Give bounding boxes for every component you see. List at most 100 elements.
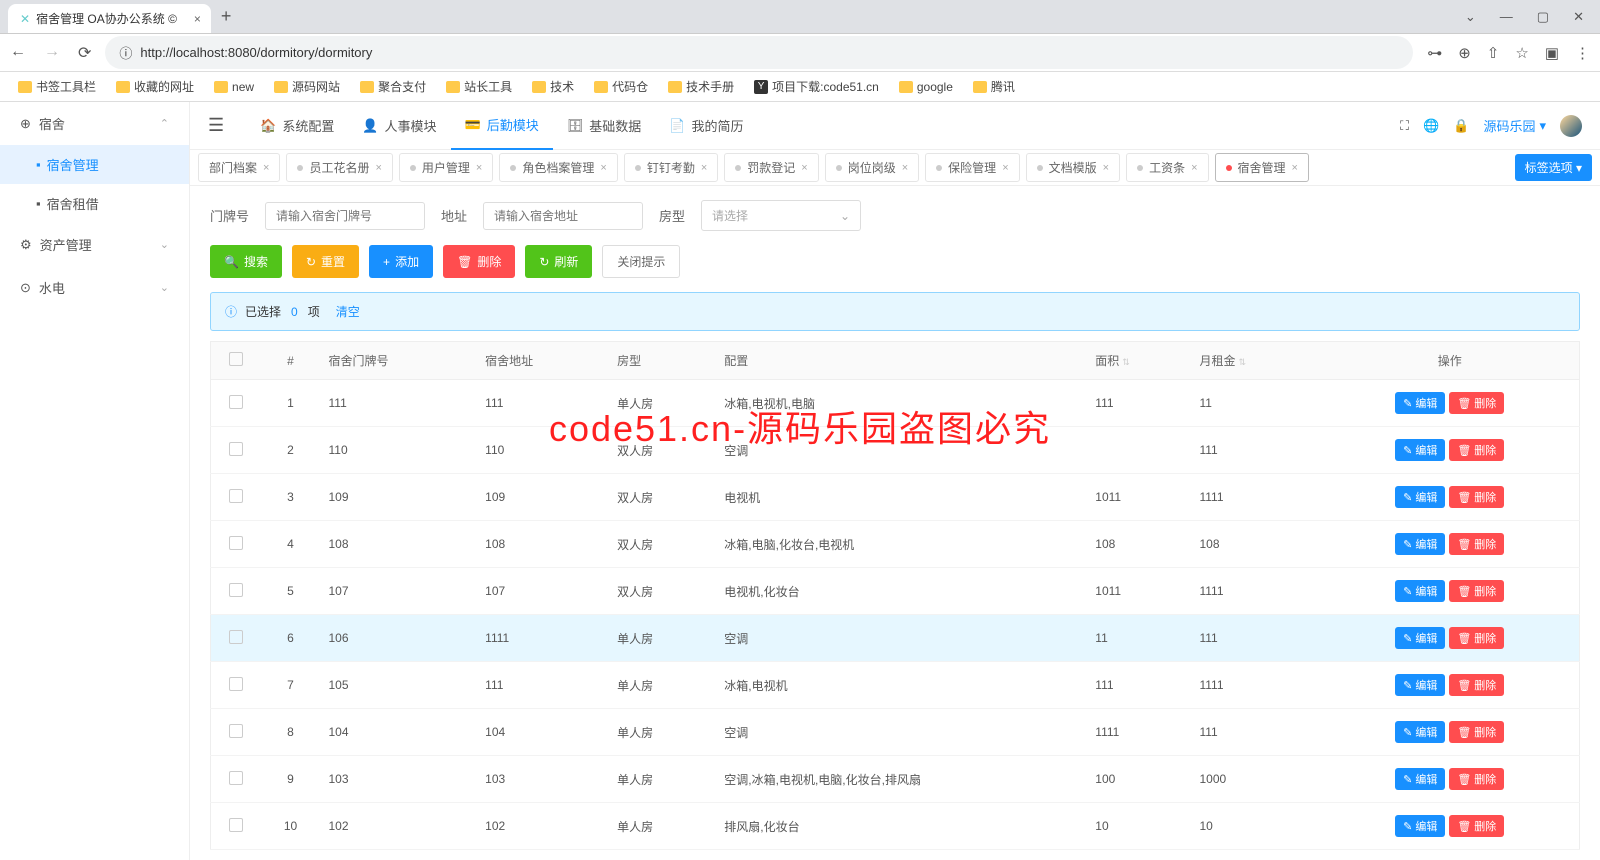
- edit-button[interactable]: ✎编辑: [1395, 533, 1445, 555]
- page-tab[interactable]: 部门档案×: [198, 153, 280, 182]
- edit-button[interactable]: ✎编辑: [1395, 627, 1445, 649]
- filter-door-input[interactable]: [265, 202, 425, 230]
- edit-button[interactable]: ✎编辑: [1395, 768, 1445, 790]
- edit-button[interactable]: ✎编辑: [1395, 486, 1445, 508]
- tab-options-button[interactable]: 标签选项 ▾: [1515, 154, 1592, 181]
- row-checkbox[interactable]: [229, 724, 243, 738]
- close-icon[interactable]: ×: [476, 162, 482, 174]
- puzzle-icon[interactable]: ▣: [1545, 44, 1559, 62]
- user-menu[interactable]: 源码乐园 ▾: [1483, 116, 1546, 135]
- close-icon[interactable]: ×: [375, 162, 381, 174]
- bookmark-item[interactable]: google: [891, 77, 961, 97]
- refresh-button[interactable]: ↻刷新: [525, 245, 592, 278]
- page-tab[interactable]: 保险管理×: [925, 153, 1019, 182]
- sidebar-group[interactable]: ⊕宿舍⌃: [0, 102, 189, 145]
- edit-button[interactable]: ✎编辑: [1395, 721, 1445, 743]
- column-header[interactable]: 宿舍门牌号: [321, 342, 478, 380]
- delete-row-button[interactable]: 🗑删除: [1449, 533, 1504, 555]
- minimize-icon[interactable]: —: [1500, 9, 1513, 25]
- avatar[interactable]: [1560, 115, 1582, 137]
- bookmark-item[interactable]: Y项目下载:code51.cn: [746, 75, 887, 98]
- reload-icon[interactable]: ⟳: [78, 43, 91, 63]
- edit-button[interactable]: ✎编辑: [1395, 392, 1445, 414]
- bookmark-item[interactable]: 收藏的网址: [108, 75, 202, 98]
- page-tab[interactable]: 罚款登记×: [724, 153, 818, 182]
- close-icon[interactable]: ×: [1103, 162, 1109, 174]
- url-input[interactable]: ⓘ http://localhost:8080/dormitory/dormit…: [105, 36, 1413, 69]
- close-tip-button[interactable]: 关闭提示: [602, 245, 680, 278]
- page-tab[interactable]: 宿舍管理×: [1215, 153, 1309, 182]
- edit-button[interactable]: ✎编辑: [1395, 439, 1445, 461]
- globe-icon[interactable]: 🌐: [1423, 118, 1439, 134]
- bookmark-item[interactable]: 腾讯: [965, 75, 1023, 98]
- page-tab[interactable]: 员工花名册×: [286, 153, 392, 182]
- sidebar-group[interactable]: ⚙资产管理⌄: [0, 223, 189, 266]
- close-icon[interactable]: ×: [1002, 162, 1008, 174]
- table-row[interactable]: 10102102单人房排风扇,化妆台1010✎编辑🗑删除: [211, 803, 1580, 850]
- edit-button[interactable]: ✎编辑: [1395, 580, 1445, 602]
- delete-row-button[interactable]: 🗑删除: [1449, 627, 1504, 649]
- bookmark-item[interactable]: 书签工具栏: [10, 75, 104, 98]
- row-checkbox[interactable]: [229, 489, 243, 503]
- edit-button[interactable]: ✎编辑: [1395, 674, 1445, 696]
- bookmark-item[interactable]: new: [206, 77, 262, 97]
- column-header[interactable]: 面积⇅: [1087, 342, 1191, 380]
- bookmark-item[interactable]: 聚合支付: [352, 75, 434, 98]
- new-tab-button[interactable]: +: [221, 6, 232, 27]
- menu-icon[interactable]: ⋮: [1575, 44, 1590, 62]
- close-icon[interactable]: ×: [701, 162, 707, 174]
- maximize-icon[interactable]: ▢: [1537, 9, 1549, 25]
- nav-item[interactable]: 📄我的简历: [655, 102, 757, 150]
- expand-icon[interactable]: ⛶: [1400, 118, 1409, 134]
- edit-button[interactable]: ✎编辑: [1395, 815, 1445, 837]
- row-checkbox[interactable]: [229, 583, 243, 597]
- page-tab[interactable]: 文档模版×: [1026, 153, 1120, 182]
- chevron-down-icon[interactable]: ⌄: [1465, 9, 1476, 25]
- page-tab[interactable]: 用户管理×: [399, 153, 493, 182]
- close-window-icon[interactable]: ✕: [1573, 9, 1584, 25]
- column-header[interactable]: #: [261, 342, 321, 380]
- filter-addr-input[interactable]: [483, 202, 643, 230]
- page-tab[interactable]: 岗位岗级×: [825, 153, 919, 182]
- lock-icon[interactable]: 🔒: [1453, 118, 1469, 134]
- close-icon[interactable]: ×: [902, 162, 908, 174]
- reset-button[interactable]: ↻重置: [292, 245, 359, 278]
- table-row[interactable]: 1111111单人房冰箱,电视机,电脑11111✎编辑🗑删除: [211, 380, 1580, 427]
- close-icon[interactable]: ×: [1292, 162, 1298, 174]
- back-icon[interactable]: ←: [10, 43, 26, 63]
- table-row[interactable]: 7105111单人房冰箱,电视机1111111✎编辑🗑删除: [211, 662, 1580, 709]
- close-icon[interactable]: ×: [600, 162, 606, 174]
- table-row[interactable]: 3109109双人房电视机10111111✎编辑🗑删除: [211, 474, 1580, 521]
- delete-row-button[interactable]: 🗑删除: [1449, 486, 1504, 508]
- bookmark-item[interactable]: 站长工具: [438, 75, 520, 98]
- key-icon[interactable]: ⊶: [1427, 44, 1442, 62]
- add-button[interactable]: +添加: [369, 245, 433, 278]
- nav-item[interactable]: 👤人事模块: [348, 102, 450, 150]
- nav-item[interactable]: 🗄基础数据: [553, 102, 656, 150]
- browser-tab[interactable]: ✕ 宿舍管理 OA协办公系统 © ×: [8, 4, 211, 33]
- column-header[interactable]: 操作: [1320, 342, 1579, 380]
- nav-item[interactable]: 💳后勤模块: [451, 102, 553, 150]
- table-row[interactable]: 2110110双人房空调111✎编辑🗑删除: [211, 427, 1580, 474]
- table-row[interactable]: 8104104单人房空调1111111✎编辑🗑删除: [211, 709, 1580, 756]
- delete-row-button[interactable]: 🗑删除: [1449, 392, 1504, 414]
- sidebar-item[interactable]: ▪宿舍租借: [0, 184, 189, 223]
- table-row[interactable]: 4108108双人房冰箱,电脑,化妆台,电视机108108✎编辑🗑删除: [211, 521, 1580, 568]
- column-header[interactable]: 月租金⇅: [1191, 342, 1320, 380]
- row-checkbox[interactable]: [229, 677, 243, 691]
- page-tab[interactable]: 工资条×: [1126, 153, 1208, 182]
- row-checkbox[interactable]: [229, 818, 243, 832]
- menu-toggle-icon[interactable]: ☰: [208, 115, 224, 136]
- bookmark-item[interactable]: 代码仓: [586, 75, 656, 98]
- table-row[interactable]: 9103103单人房空调,冰箱,电视机,电脑,化妆台,排风扇1001000✎编辑…: [211, 756, 1580, 803]
- search-button[interactable]: 🔍搜索: [210, 245, 282, 278]
- delete-row-button[interactable]: 🗑删除: [1449, 580, 1504, 602]
- close-icon[interactable]: ×: [801, 162, 807, 174]
- nav-item[interactable]: 🏠系统配置: [246, 102, 348, 150]
- sidebar-group[interactable]: ⊙水电⌄: [0, 266, 189, 309]
- column-header[interactable]: 配置: [716, 342, 1087, 380]
- clear-selection-link[interactable]: 清空: [336, 303, 360, 320]
- filter-type-select[interactable]: 请选择 ⌄: [701, 200, 861, 231]
- select-all-checkbox[interactable]: [229, 352, 243, 366]
- table-row[interactable]: 5107107双人房电视机,化妆台10111111✎编辑🗑删除: [211, 568, 1580, 615]
